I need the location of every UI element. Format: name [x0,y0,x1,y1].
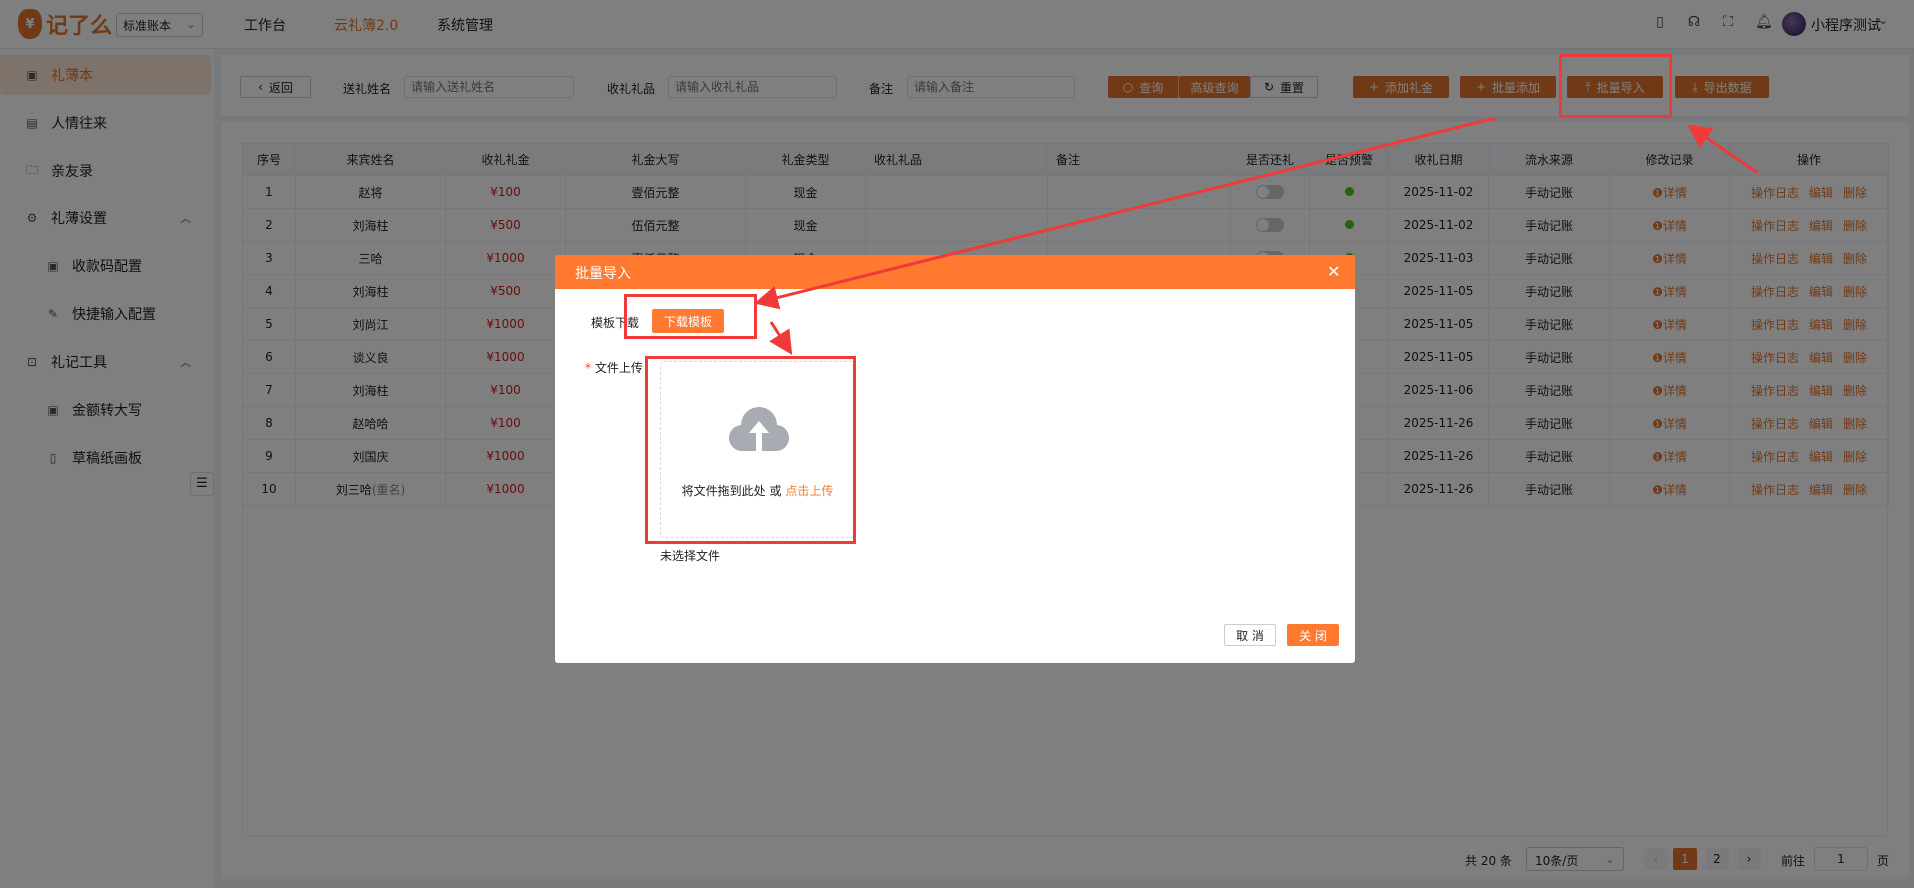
arrow-to-download [754,116,1496,310]
annotation-arrows [754,116,1759,356]
arrow-to-dropzone [769,321,793,356]
arrow-to-import [1687,124,1759,175]
